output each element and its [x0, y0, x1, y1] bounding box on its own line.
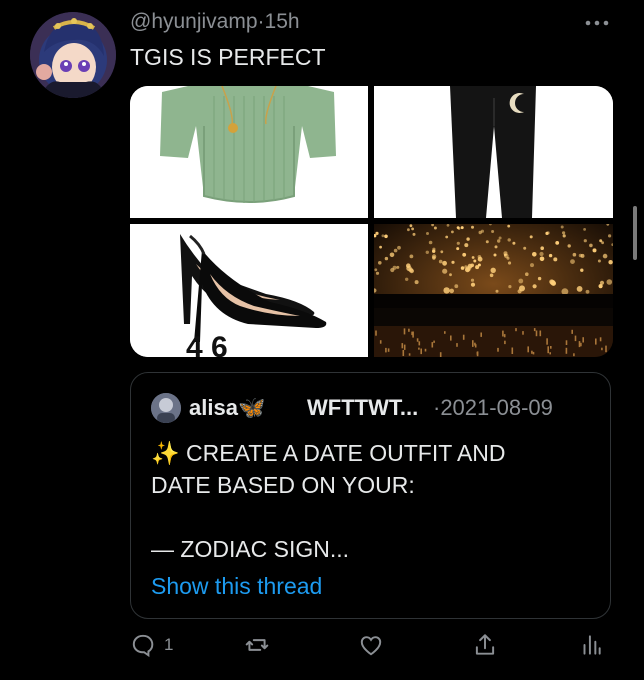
tweet-action-bar: 1 [130, 632, 610, 664]
retweet-button[interactable] [244, 632, 270, 658]
reply-button[interactable]: 1 [130, 632, 173, 658]
scrollbar-thumb[interactable] [633, 206, 637, 260]
quoted-name[interactable]: alisa🦋 [189, 395, 265, 421]
analytics-icon [583, 635, 601, 655]
share-button[interactable] [472, 632, 498, 658]
green-knit-top-image[interactable] [130, 86, 368, 218]
media-grid: 4 6 [130, 86, 613, 357]
analytics-button[interactable] [578, 632, 604, 658]
sky-lanterns-image[interactable] [374, 224, 613, 357]
quoted-tweet-body: ✨ CREATE A DATE OUTFIT AND DATE BASED ON… [151, 437, 591, 565]
avatar[interactable] [30, 12, 116, 98]
retweet-icon [245, 639, 269, 651]
quoted-avatar [151, 393, 181, 423]
cutoff-text: 4 6 [186, 331, 228, 357]
tweet-text: TGIS IS PERFECT [130, 44, 326, 70]
show-thread-link[interactable]: Show this thread [151, 573, 322, 600]
reply-icon [132, 634, 154, 658]
black-slingback-heels-image[interactable]: 4 6 [130, 224, 368, 357]
quoted-tweet-card[interactable]: alisa🦋 WFTTWT... ·2021-08-09 ✨ CREATE A … [130, 372, 611, 619]
quoted-line-3: — ZODIAC SIGN... [151, 536, 350, 562]
butterfly-emoji: 🦋 [237, 395, 266, 420]
quoted-handle[interactable]: WFTTWT... [307, 395, 418, 421]
like-icon [360, 636, 382, 656]
black-moon-pants-image[interactable] [374, 86, 613, 218]
share-icon [475, 634, 495, 655]
tweet-header: @hyunjivamp·15h [130, 10, 300, 34]
anime-avatar-image [30, 12, 116, 98]
reply-count: 1 [164, 635, 174, 654]
separator-dot: · [257, 10, 265, 33]
tweet-time[interactable]: 15h [265, 10, 300, 33]
quoted-line-2: DATE BASED ON YOUR: [151, 472, 415, 498]
quoted-date: ·2021-08-09 [433, 395, 553, 420]
quoted-line-1: ✨ CREATE A DATE OUTFIT AND [151, 440, 506, 466]
more-horizontal-icon[interactable] [584, 10, 610, 33]
user-handle[interactable]: @hyunjivamp [130, 10, 258, 33]
like-button[interactable] [358, 632, 384, 658]
